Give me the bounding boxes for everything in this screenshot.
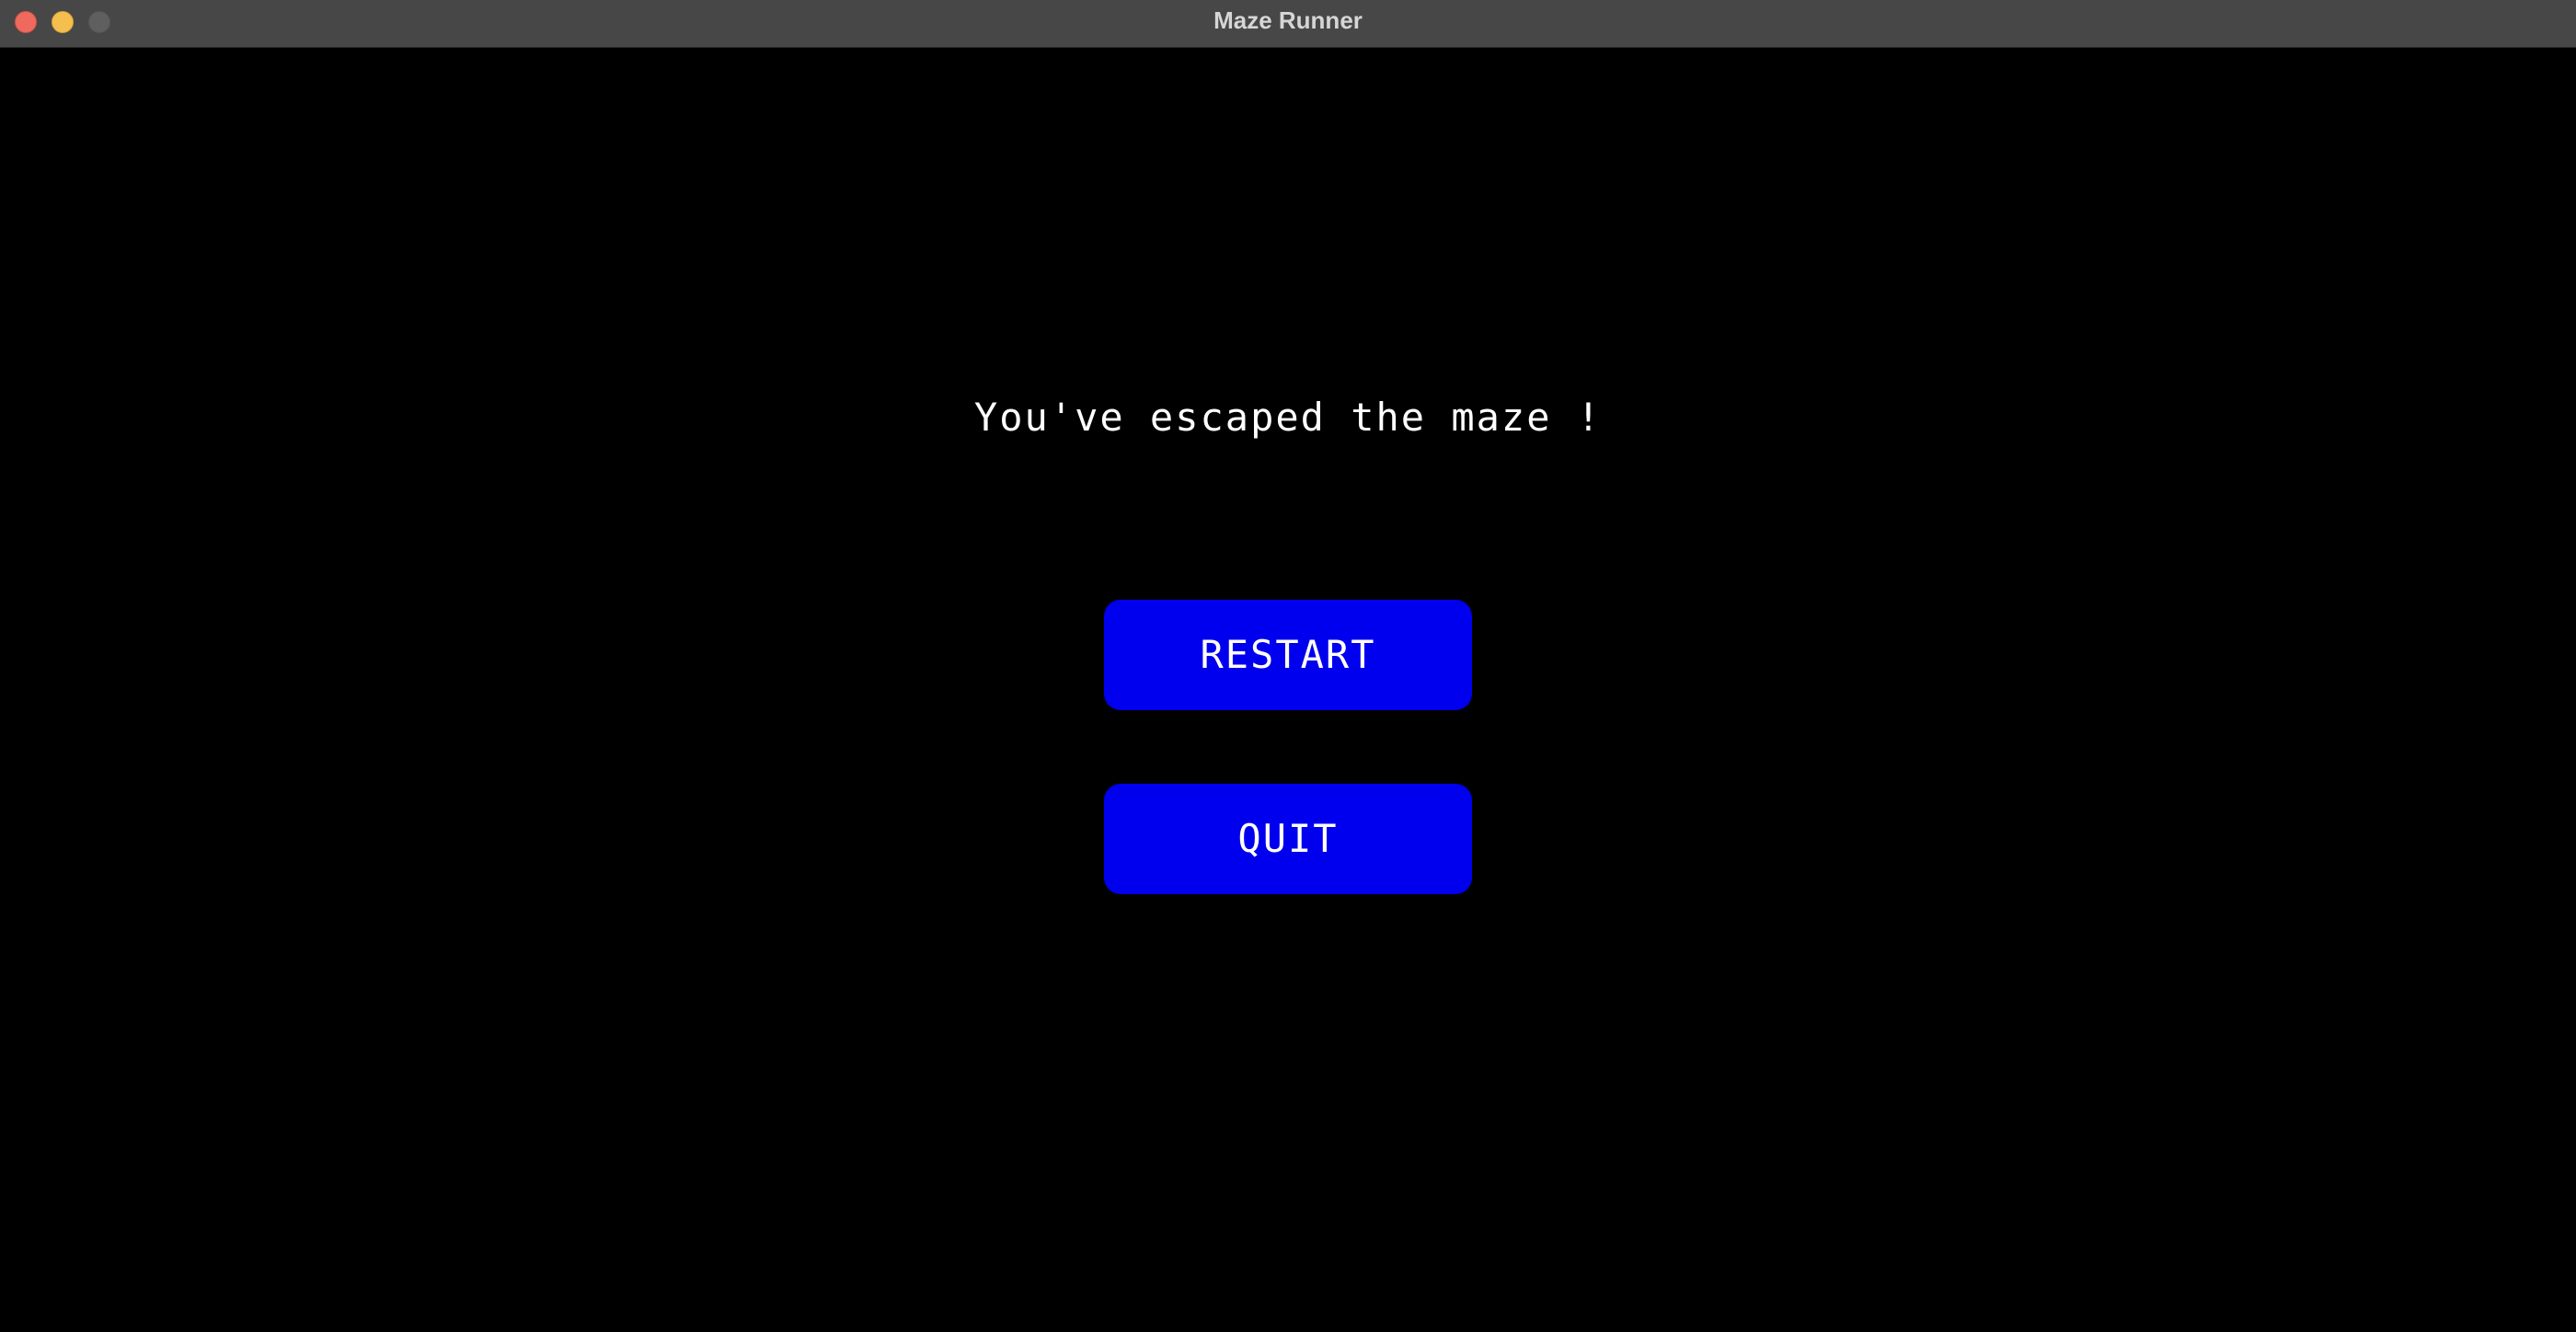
window-title: Maze Runner bbox=[1213, 6, 1363, 34]
win-message: You've escaped the maze ! bbox=[973, 395, 1603, 440]
quit-button[interactable]: QUIT bbox=[1104, 784, 1472, 894]
title-bar[interactable]: Maze Runner bbox=[0, 0, 2576, 48]
restart-button[interactable]: RESTART bbox=[1104, 600, 1472, 710]
app-window: Maze Runner You've escaped the maze ! RE… bbox=[0, 0, 2576, 1332]
game-screen: You've escaped the maze ! RESTART QUIT bbox=[0, 48, 2576, 1332]
